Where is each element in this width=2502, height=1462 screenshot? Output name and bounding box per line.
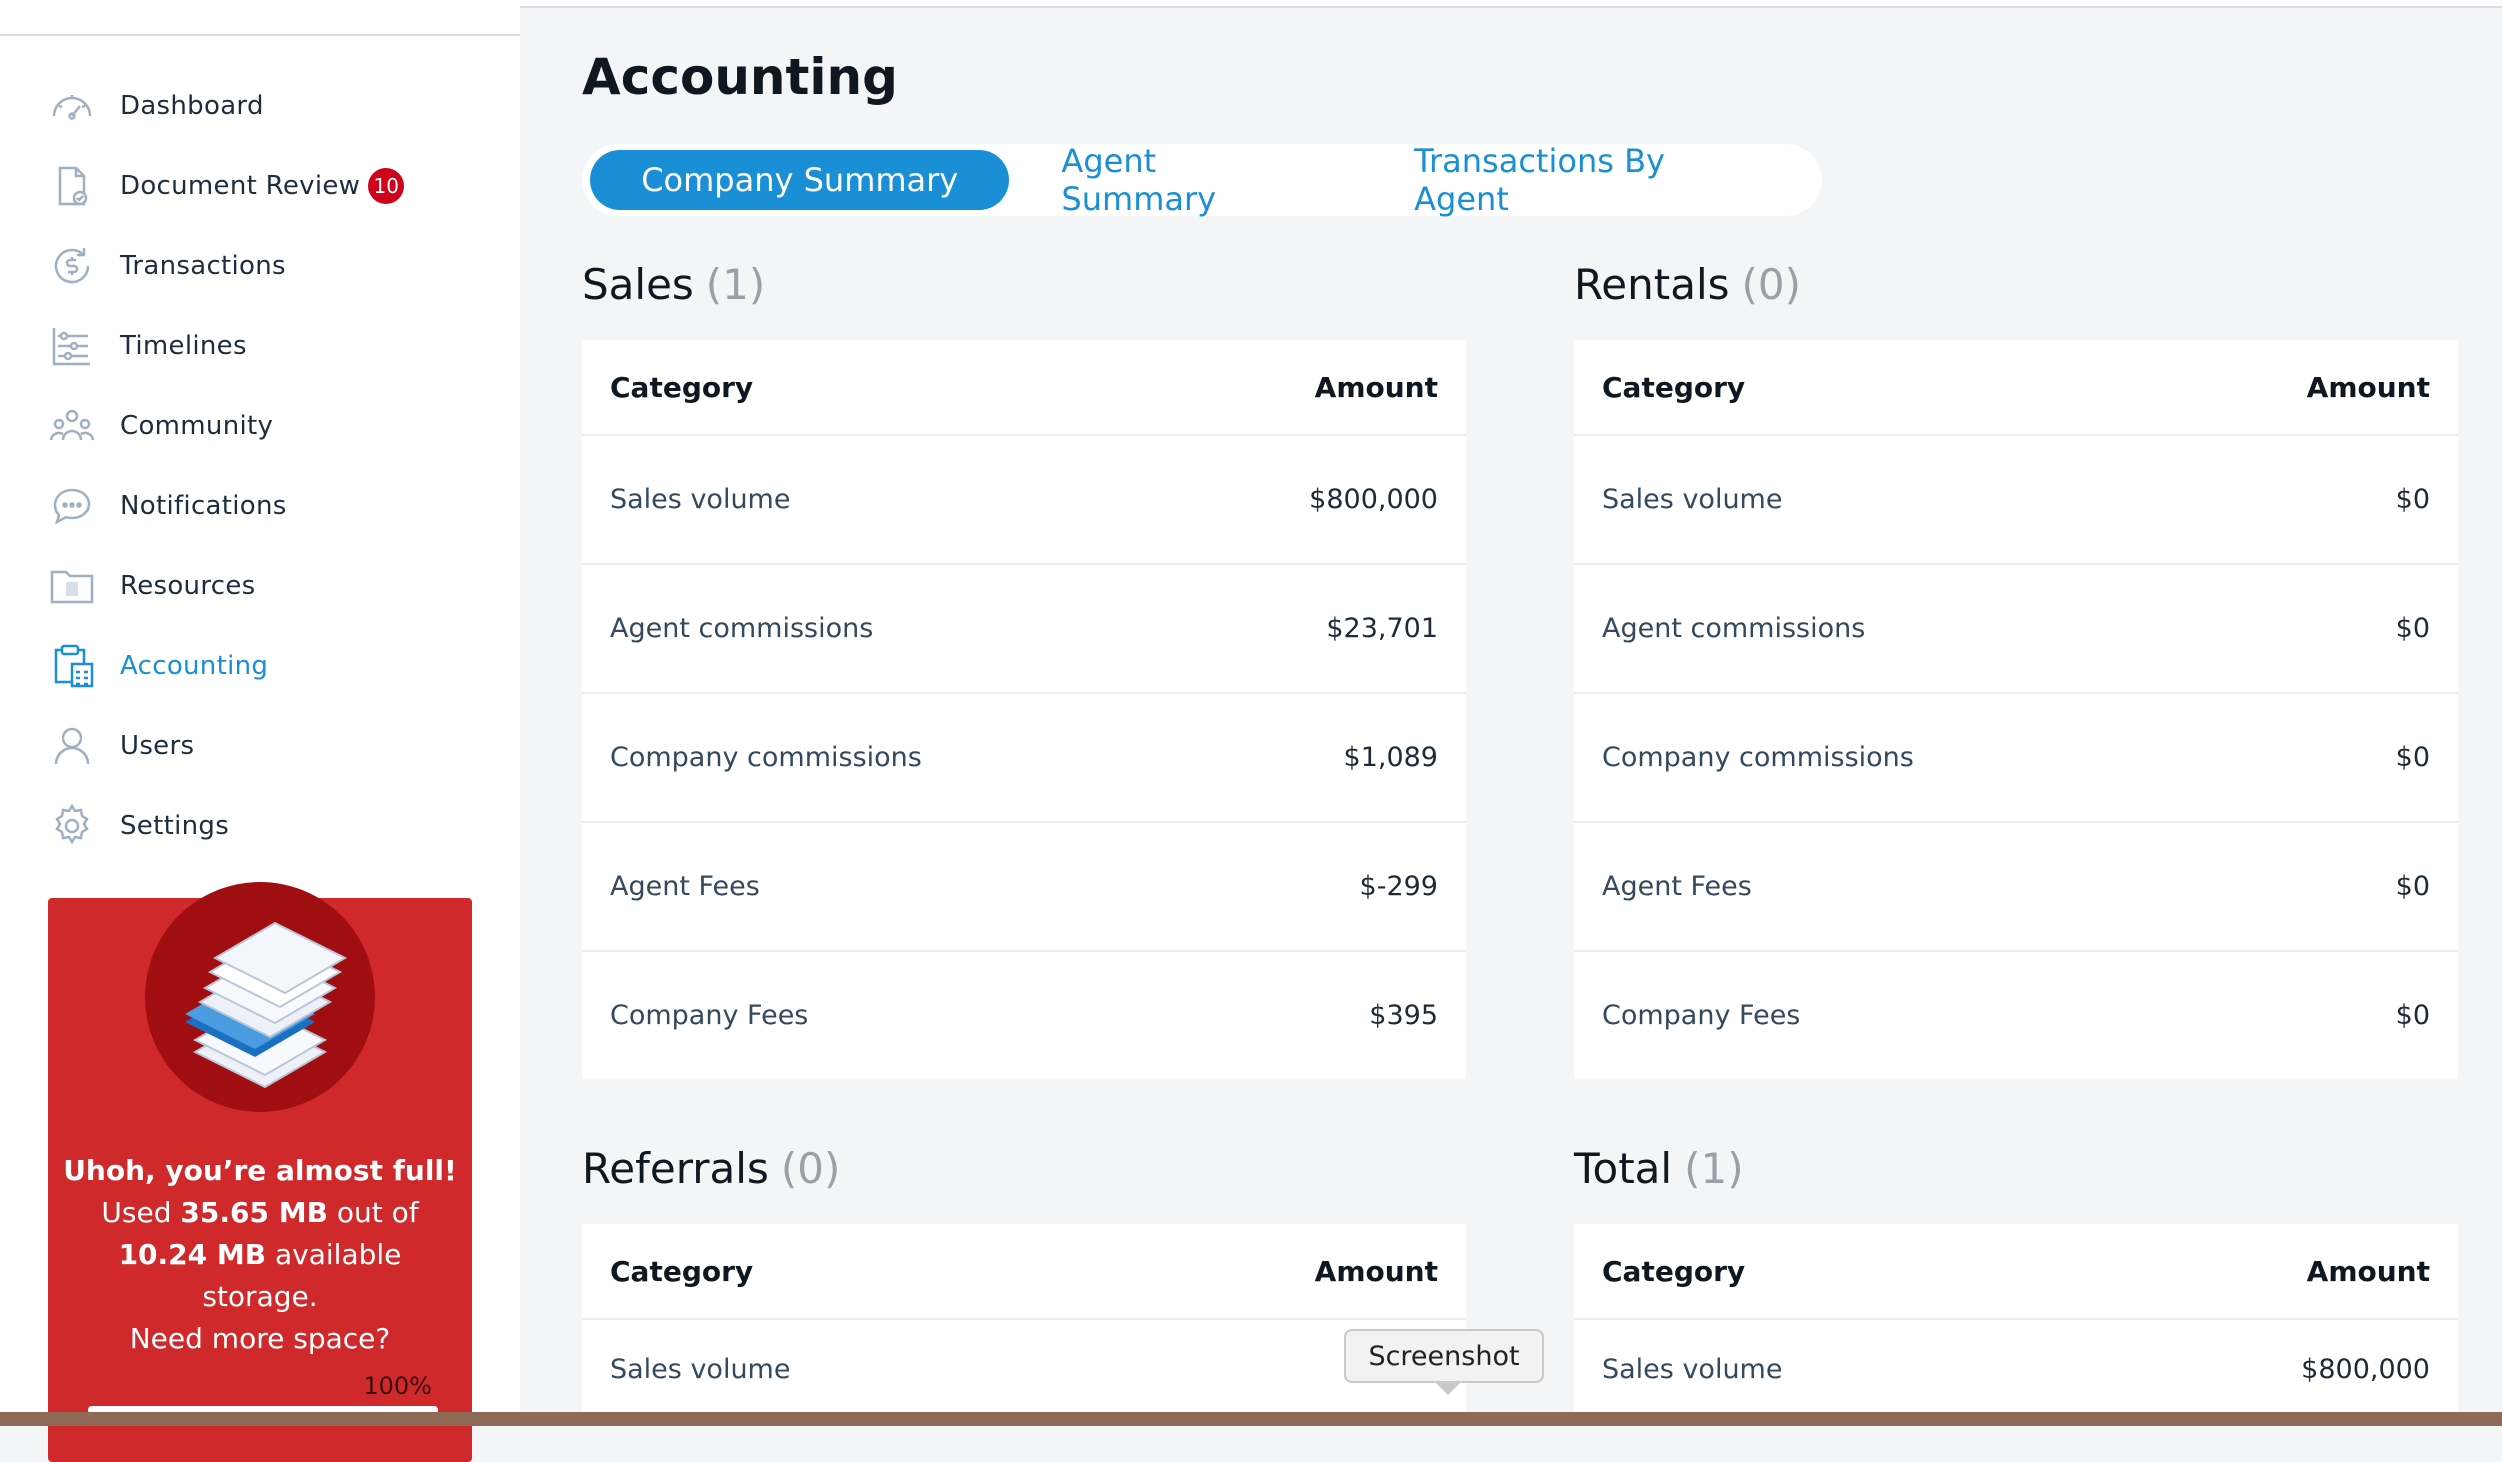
storage-progress-label: 100% <box>363 1372 432 1400</box>
sidebar-item-label: Dashboard <box>120 91 264 121</box>
table-row: Sales volume$0 <box>1574 434 2458 563</box>
gear-icon <box>46 800 98 852</box>
notification-badge: 10 <box>368 168 405 204</box>
table-header: Category Amount <box>1602 370 2430 404</box>
sidebar-item-users[interactable]: Users <box>46 716 486 776</box>
screenshot-tooltip: Screenshot <box>1344 1329 1544 1383</box>
window-bottom-edge <box>0 1412 2502 1426</box>
rentals-table: Category Amount Sales volume $0 Agent comm… <box>1574 340 2458 1079</box>
sidebar-item-label: Resources <box>120 571 256 601</box>
table-row: Sales volume $800,000 <box>582 434 1466 563</box>
referrals-section-title: Referrals (0) <box>582 1144 841 1193</box>
chat-bubble-icon <box>46 480 98 532</box>
table-row: Company Fees $0 <box>1574 950 2458 1079</box>
table-row: Agent commissions $0 <box>1574 563 2458 692</box>
table-row: Sales volume$0 <box>582 1318 1466 1418</box>
table-row: Company Fees $395 <box>582 950 1466 1079</box>
sidebar-item-settings[interactable]: Settings <box>46 796 486 856</box>
sidebar-item-timelines[interactable]: Timelines <box>46 316 486 376</box>
sidebar-item-label: Community <box>120 411 274 441</box>
table-row: Company commissions $1,089 <box>582 692 1466 821</box>
table-row: Agent commissions $23,701 <box>582 563 1466 692</box>
sidebar-item-label: Transactions <box>120 251 286 281</box>
sales-section-title: Sales (1) <box>582 260 766 309</box>
table-row: Agent Fees $0 <box>1574 821 2458 950</box>
page-title: Accounting <box>582 48 898 106</box>
tooltip-arrow <box>1434 1381 1462 1395</box>
people-icon <box>46 400 98 452</box>
document-check-icon <box>46 160 98 212</box>
storage-usage-line: Used 35.65 MB out of <box>101 1196 419 1229</box>
folder-icon <box>46 560 98 612</box>
table-header: Category Amount <box>1602 1254 2430 1288</box>
sidebar-item-resources[interactable]: Resources <box>46 556 486 616</box>
sidebar-item-transactions[interactable]: Transactions <box>46 236 486 296</box>
sidebar-item-label: Notifications <box>120 491 287 521</box>
sidebar-item-notifications[interactable]: Notifications <box>46 476 486 536</box>
storage-total-line: 10.24 MB available <box>118 1238 402 1271</box>
storage-warning-card: Uhoh, you’re almost full! Used 35.65 MB … <box>48 882 472 1462</box>
storage-title: Uhoh, you’re almost full! <box>63 1154 457 1187</box>
document-stack-illustration <box>145 882 375 1112</box>
sidebar-item-label: Accounting <box>120 651 269 681</box>
sidebar-item-label: Document Review <box>120 171 361 201</box>
sidebar-item-document-review[interactable]: Document Review 10 <box>46 156 486 216</box>
sales-table: Category Amount Sales volume $800,000 Agen… <box>582 340 1466 1079</box>
dollar-cycle-icon <box>46 240 98 292</box>
referrals-table: CategoryAmount Sales volume$0 <box>582 1224 1466 1418</box>
table-row: Agent Fees $-299 <box>582 821 1466 950</box>
total-table: Category Amount Sales volume $800,000 <box>1574 1224 2458 1418</box>
tab-company-summary[interactable]: Company Summary <box>590 150 1010 210</box>
tab-transactions-by-agent[interactable]: Transactions By Agent <box>1366 142 1814 218</box>
tab-agent-summary[interactable]: Agent Summary <box>1013 142 1366 218</box>
rentals-section-title: Rentals (0) <box>1574 260 1802 309</box>
gauge-icon <box>46 80 98 132</box>
sidebar-item-label: Settings <box>120 811 230 841</box>
storage-message: Uhoh, you’re almost full! Used 35.65 MB … <box>48 1150 472 1360</box>
sidebar-item-accounting[interactable]: Accounting <box>46 636 486 696</box>
table-row: Sales volume $800,000 <box>1574 1318 2458 1418</box>
tab-bar: Company Summary Agent Summary Transactio… <box>582 142 1822 218</box>
main-content: Accounting Company Summary Agent Summary… <box>520 8 2502 1426</box>
calculator-clipboard-icon <box>46 640 98 692</box>
need-more-space-link[interactable]: Need more space? <box>48 1318 472 1360</box>
table-header: Category Amount <box>610 370 1438 404</box>
timeline-sliders-icon <box>46 320 98 372</box>
sidebar: Dashboard Document Review 10 Transaction… <box>0 36 520 1462</box>
top-border <box>0 0 2502 36</box>
storage-line: storage. <box>202 1280 318 1313</box>
sidebar-item-dashboard[interactable]: Dashboard <box>46 76 486 136</box>
sidebar-item-community[interactable]: Community <box>46 396 486 456</box>
user-icon <box>46 720 98 772</box>
total-section-title: Total (1) <box>1574 1144 1744 1193</box>
sidebar-item-label: Timelines <box>120 331 247 361</box>
table-row: Company commissions $0 <box>1574 692 2458 821</box>
table-header: Category Amount <box>610 1254 1438 1288</box>
sidebar-item-label: Users <box>120 731 195 761</box>
